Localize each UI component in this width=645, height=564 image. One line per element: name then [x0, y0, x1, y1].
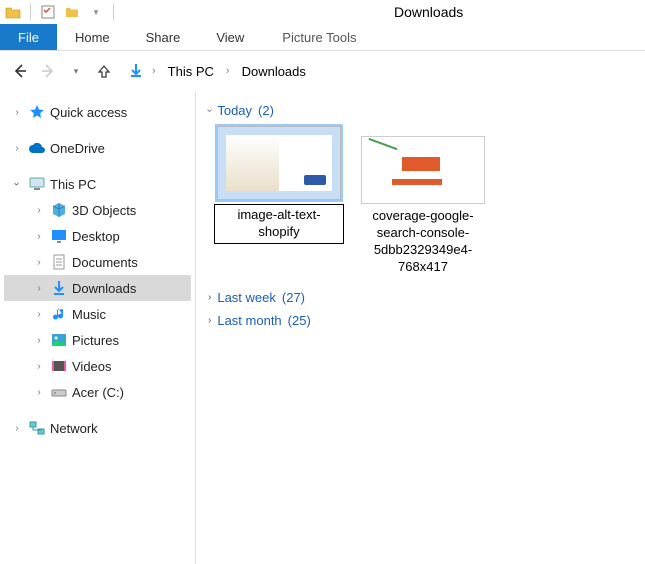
breadcrumb[interactable]: › This PC › Downloads	[128, 62, 310, 81]
chevron-right-icon[interactable]: ›	[32, 333, 46, 347]
cube-icon	[50, 201, 68, 219]
quick-access-toolbar: ▾	[4, 3, 116, 21]
file-item[interactable]: coverage-google-search-console-5dbb23293…	[358, 126, 488, 276]
qat-dropdown-icon[interactable]: ▾	[87, 3, 105, 21]
tree-label: Quick access	[50, 105, 127, 120]
tree-pictures[interactable]: › Pictures	[4, 327, 191, 353]
music-icon	[50, 305, 68, 323]
tree-label: Videos	[72, 359, 112, 374]
nav-up-button[interactable]	[92, 59, 116, 83]
network-icon	[28, 419, 46, 437]
group-count: (27)	[282, 290, 305, 305]
group-header-last-week[interactable]: › Last week (27)	[208, 290, 633, 305]
star-icon	[28, 103, 46, 121]
chevron-down-icon[interactable]: ›	[10, 177, 24, 191]
ribbon-tabs: File Home Share View Picture Tools	[0, 24, 645, 50]
content-pane[interactable]: › Today (2) image-alt-text-shopify cover…	[196, 91, 645, 564]
disk-icon	[50, 383, 68, 401]
ribbon-file-tab[interactable]: File	[0, 24, 57, 50]
chevron-right-icon[interactable]: ›	[32, 229, 46, 243]
qat-divider	[30, 4, 31, 20]
breadcrumb-item-downloads[interactable]: Downloads	[238, 62, 310, 81]
tree-label: Documents	[72, 255, 138, 270]
file-thumbnail[interactable]	[217, 126, 341, 200]
file-name-edit[interactable]: image-alt-text-shopify	[214, 204, 344, 244]
ribbon-tab-share[interactable]: Share	[128, 24, 199, 50]
tree-network[interactable]: › Network	[4, 415, 191, 441]
nav-recent-dropdown[interactable]: ▾	[64, 59, 88, 83]
tree-label: This PC	[50, 177, 96, 192]
window-title: Downloads	[386, 0, 471, 24]
chevron-right-icon[interactable]: ›	[32, 307, 46, 321]
videos-icon	[50, 357, 68, 375]
breadcrumb-item-this-pc[interactable]: This PC	[164, 62, 218, 81]
chevron-right-icon[interactable]: ›	[32, 359, 46, 373]
group-header-last-month[interactable]: › Last month (25)	[208, 313, 633, 328]
group-name: Today	[217, 103, 252, 118]
chevron-down-icon[interactable]: ›	[204, 109, 215, 112]
pc-icon	[28, 175, 46, 193]
tree-label: Acer (C:)	[72, 385, 124, 400]
tree-label: Music	[72, 307, 106, 322]
body-area: › Quick access › OneDrive › This PC › 3D	[0, 91, 645, 564]
tree-music[interactable]: › Music	[4, 301, 191, 327]
tree-this-pc[interactable]: › This PC	[4, 171, 191, 197]
file-item[interactable]: image-alt-text-shopify	[214, 126, 344, 276]
tree-label: OneDrive	[50, 141, 105, 156]
qat-divider-2	[113, 4, 114, 20]
folder-small-icon[interactable]	[63, 3, 81, 21]
chevron-right-icon[interactable]: ›	[32, 281, 46, 295]
properties-icon[interactable]	[39, 3, 57, 21]
file-name: coverage-google-search-console-5dbb23293…	[358, 208, 488, 276]
group-header-today[interactable]: › Today (2)	[208, 103, 633, 118]
nav-back-button[interactable]	[8, 59, 32, 83]
group-name: Last month	[217, 313, 281, 328]
group-name: Last week	[217, 290, 276, 305]
documents-icon	[50, 253, 68, 271]
chevron-right-icon[interactable]: ›	[10, 105, 24, 119]
file-items: image-alt-text-shopify coverage-google-s…	[214, 126, 633, 276]
tree-desktop[interactable]: › Desktop	[4, 223, 191, 249]
tree-downloads[interactable]: › Downloads	[4, 275, 191, 301]
cloud-icon	[28, 139, 46, 157]
tree-label: Downloads	[72, 281, 136, 296]
nav-bar: ▾ › This PC › Downloads	[0, 51, 645, 91]
file-thumbnail[interactable]	[361, 136, 485, 204]
tree-label: Desktop	[72, 229, 120, 244]
ribbon-tab-home[interactable]: Home	[57, 24, 128, 50]
ribbon-tab-picture-tools[interactable]: Picture Tools	[268, 24, 370, 50]
chevron-right-icon[interactable]: ›	[32, 255, 46, 269]
chevron-right-icon[interactable]: ›	[10, 421, 24, 435]
tree-acer-c[interactable]: › Acer (C:)	[4, 379, 191, 405]
tree-3d-objects[interactable]: › 3D Objects	[4, 197, 191, 223]
tree-label: Pictures	[72, 333, 119, 348]
pictures-icon	[50, 331, 68, 349]
chevron-right-icon[interactable]: ›	[148, 65, 160, 77]
tree-label: 3D Objects	[72, 203, 136, 218]
desktop-icon	[50, 227, 68, 245]
download-arrow-icon	[128, 62, 144, 81]
tree-quick-access[interactable]: › Quick access	[4, 99, 191, 125]
chevron-right-icon[interactable]: ›	[32, 385, 46, 399]
tree-videos[interactable]: › Videos	[4, 353, 191, 379]
nav-tree: › Quick access › OneDrive › This PC › 3D	[0, 91, 195, 564]
chevron-right-icon[interactable]: ›	[32, 203, 46, 217]
group-count: (25)	[288, 313, 311, 328]
chevron-right-icon[interactable]: ›	[208, 315, 211, 326]
chevron-right-icon[interactable]: ›	[208, 292, 211, 303]
nav-forward-button[interactable]	[36, 59, 60, 83]
tree-documents[interactable]: › Documents	[4, 249, 191, 275]
chevron-right-icon[interactable]: ›	[222, 65, 234, 77]
folder-icon[interactable]	[4, 3, 22, 21]
tree-label: Network	[50, 421, 98, 436]
ribbon-tab-view[interactable]: View	[198, 24, 262, 50]
title-bar: ▾	[0, 0, 645, 24]
group-count: (2)	[258, 103, 274, 118]
chevron-right-icon[interactable]: ›	[10, 141, 24, 155]
download-icon	[50, 279, 68, 297]
tree-onedrive[interactable]: › OneDrive	[4, 135, 191, 161]
